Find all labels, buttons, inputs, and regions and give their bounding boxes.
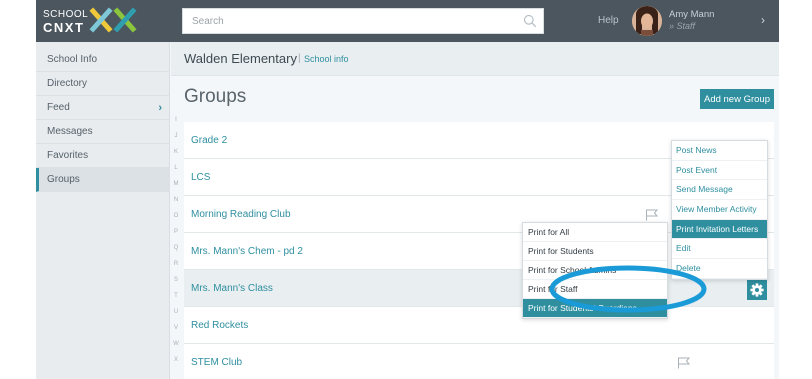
sidebar-item-label: Favorites [47, 150, 89, 161]
alpha-letter[interactable]: L [169, 165, 183, 171]
alpha-letter[interactable]: N [169, 197, 183, 203]
menu-item-view-member-activity[interactable]: View Member Activity [672, 200, 767, 220]
alpha-letter[interactable]: Q [169, 245, 183, 251]
alpha-letter[interactable]: P [169, 229, 183, 235]
menu-item-send-message[interactable]: Send Message [672, 180, 767, 201]
alpha-letter[interactable]: W [169, 341, 183, 347]
flag-icon[interactable] [645, 209, 659, 221]
page-title: Groups [184, 86, 247, 107]
logo-cnxt-text: CNXT [43, 20, 85, 35]
help-link[interactable]: Help [598, 15, 619, 26]
menu-item-print-for-school-admins[interactable]: Print for School Admins [523, 261, 667, 280]
app-frame: SCHOOL CNXT Help [36, 0, 779, 379]
group-name[interactable]: Red Rockets [191, 320, 248, 331]
flag-icon[interactable] [677, 357, 691, 369]
group-name[interactable]: LCS [191, 172, 210, 183]
chevron-right-icon[interactable]: › [761, 13, 765, 27]
menu-item-print-for-staff[interactable]: Print for Staff [523, 280, 667, 299]
avatar-photo [632, 6, 662, 36]
alpha-letter[interactable]: R [169, 261, 183, 267]
sidebar-item-label: Groups [47, 174, 80, 185]
group-row-stem-club[interactable]: STEM Club [184, 344, 774, 379]
group-name[interactable]: Mrs. Mann's Class [191, 283, 273, 294]
logo-mark-icon [89, 7, 137, 33]
user-role-text: Staff [676, 21, 696, 31]
search-input[interactable] [183, 9, 513, 33]
menu-item-print-for-students[interactable]: Print for Students [523, 242, 667, 261]
sidebar-item-groups[interactable]: Groups [36, 168, 170, 192]
group-name[interactable]: Morning Reading Club [191, 209, 291, 220]
sidebar-item-school-info[interactable]: School Info [36, 48, 170, 72]
school-info-link[interactable]: School info [304, 54, 349, 64]
user-role: » Staff [669, 21, 696, 31]
school-name: Walden Elementary [184, 51, 297, 66]
alpha-letter[interactable]: S [169, 277, 183, 283]
alpha-letter[interactable]: V [169, 325, 183, 331]
alpha-letter[interactable]: U [169, 309, 183, 315]
menu-item-print-invitation-letters[interactable]: Print Invitation Letters [672, 219, 767, 240]
search-icon[interactable] [523, 14, 537, 28]
print-submenu: Print for All Print for Students Print f… [522, 222, 668, 319]
menu-item-post-news[interactable]: Post News [672, 141, 767, 161]
group-settings-button[interactable] [747, 280, 767, 300]
search-box [182, 8, 544, 34]
school-header: Walden Elementary | School info [171, 42, 779, 76]
sidebar-item-favorites[interactable]: Favorites [36, 144, 170, 168]
alpha-letter[interactable]: K [169, 149, 183, 155]
group-context-menu: Post News Post Event Send Message View M… [671, 140, 768, 280]
sidebar-item-messages[interactable]: Messages [36, 120, 170, 144]
sidebar-nav: School Info Directory Feed › Messages Fa… [36, 42, 170, 379]
header-separator: | [298, 53, 301, 64]
sidebar-item-label: Feed [47, 102, 70, 113]
sidebar-item-label: Directory [47, 78, 88, 89]
user-avatar[interactable] [632, 6, 662, 36]
alpha-letter[interactable]: J [169, 133, 183, 139]
user-name[interactable]: Amy Mann [669, 9, 714, 20]
alpha-letter[interactable]: I [169, 117, 183, 123]
alpha-letter[interactable]: X [169, 357, 183, 363]
group-name[interactable]: Mrs. Mann's Chem - pd 2 [191, 246, 303, 257]
sidebar-item-label: School Info [47, 54, 98, 65]
top-bar: SCHOOL CNXT Help [36, 0, 779, 42]
chevron-right-icon: › [158, 102, 162, 114]
sidebar-item-label: Messages [47, 126, 93, 137]
add-new-group-button[interactable]: Add new Group [700, 89, 774, 109]
menu-item-edit[interactable]: Edit [672, 239, 767, 260]
gear-icon [750, 283, 764, 297]
logo-school-text: SCHOOL [43, 9, 89, 20]
alpha-letter[interactable]: T [169, 293, 183, 299]
sidebar-item-feed[interactable]: Feed › [36, 96, 170, 120]
sidebar-item-directory[interactable]: Directory [36, 72, 170, 96]
group-row-red-rockets[interactable]: Red Rockets [184, 307, 774, 344]
alpha-letter[interactable]: O [169, 213, 183, 219]
group-name[interactable]: Grade 2 [191, 135, 227, 146]
school-cnxt-logo[interactable]: SCHOOL CNXT [43, 7, 143, 35]
menu-item-delete[interactable]: Delete [672, 259, 767, 279]
alpha-letter[interactable]: M [169, 181, 183, 187]
menu-item-post-event[interactable]: Post Event [672, 161, 767, 181]
menu-item-print-for-students-guardians[interactable]: Print for Students' Guardians [523, 299, 667, 318]
menu-item-print-for-all[interactable]: Print for All [523, 223, 667, 242]
group-name[interactable]: STEM Club [191, 357, 242, 368]
